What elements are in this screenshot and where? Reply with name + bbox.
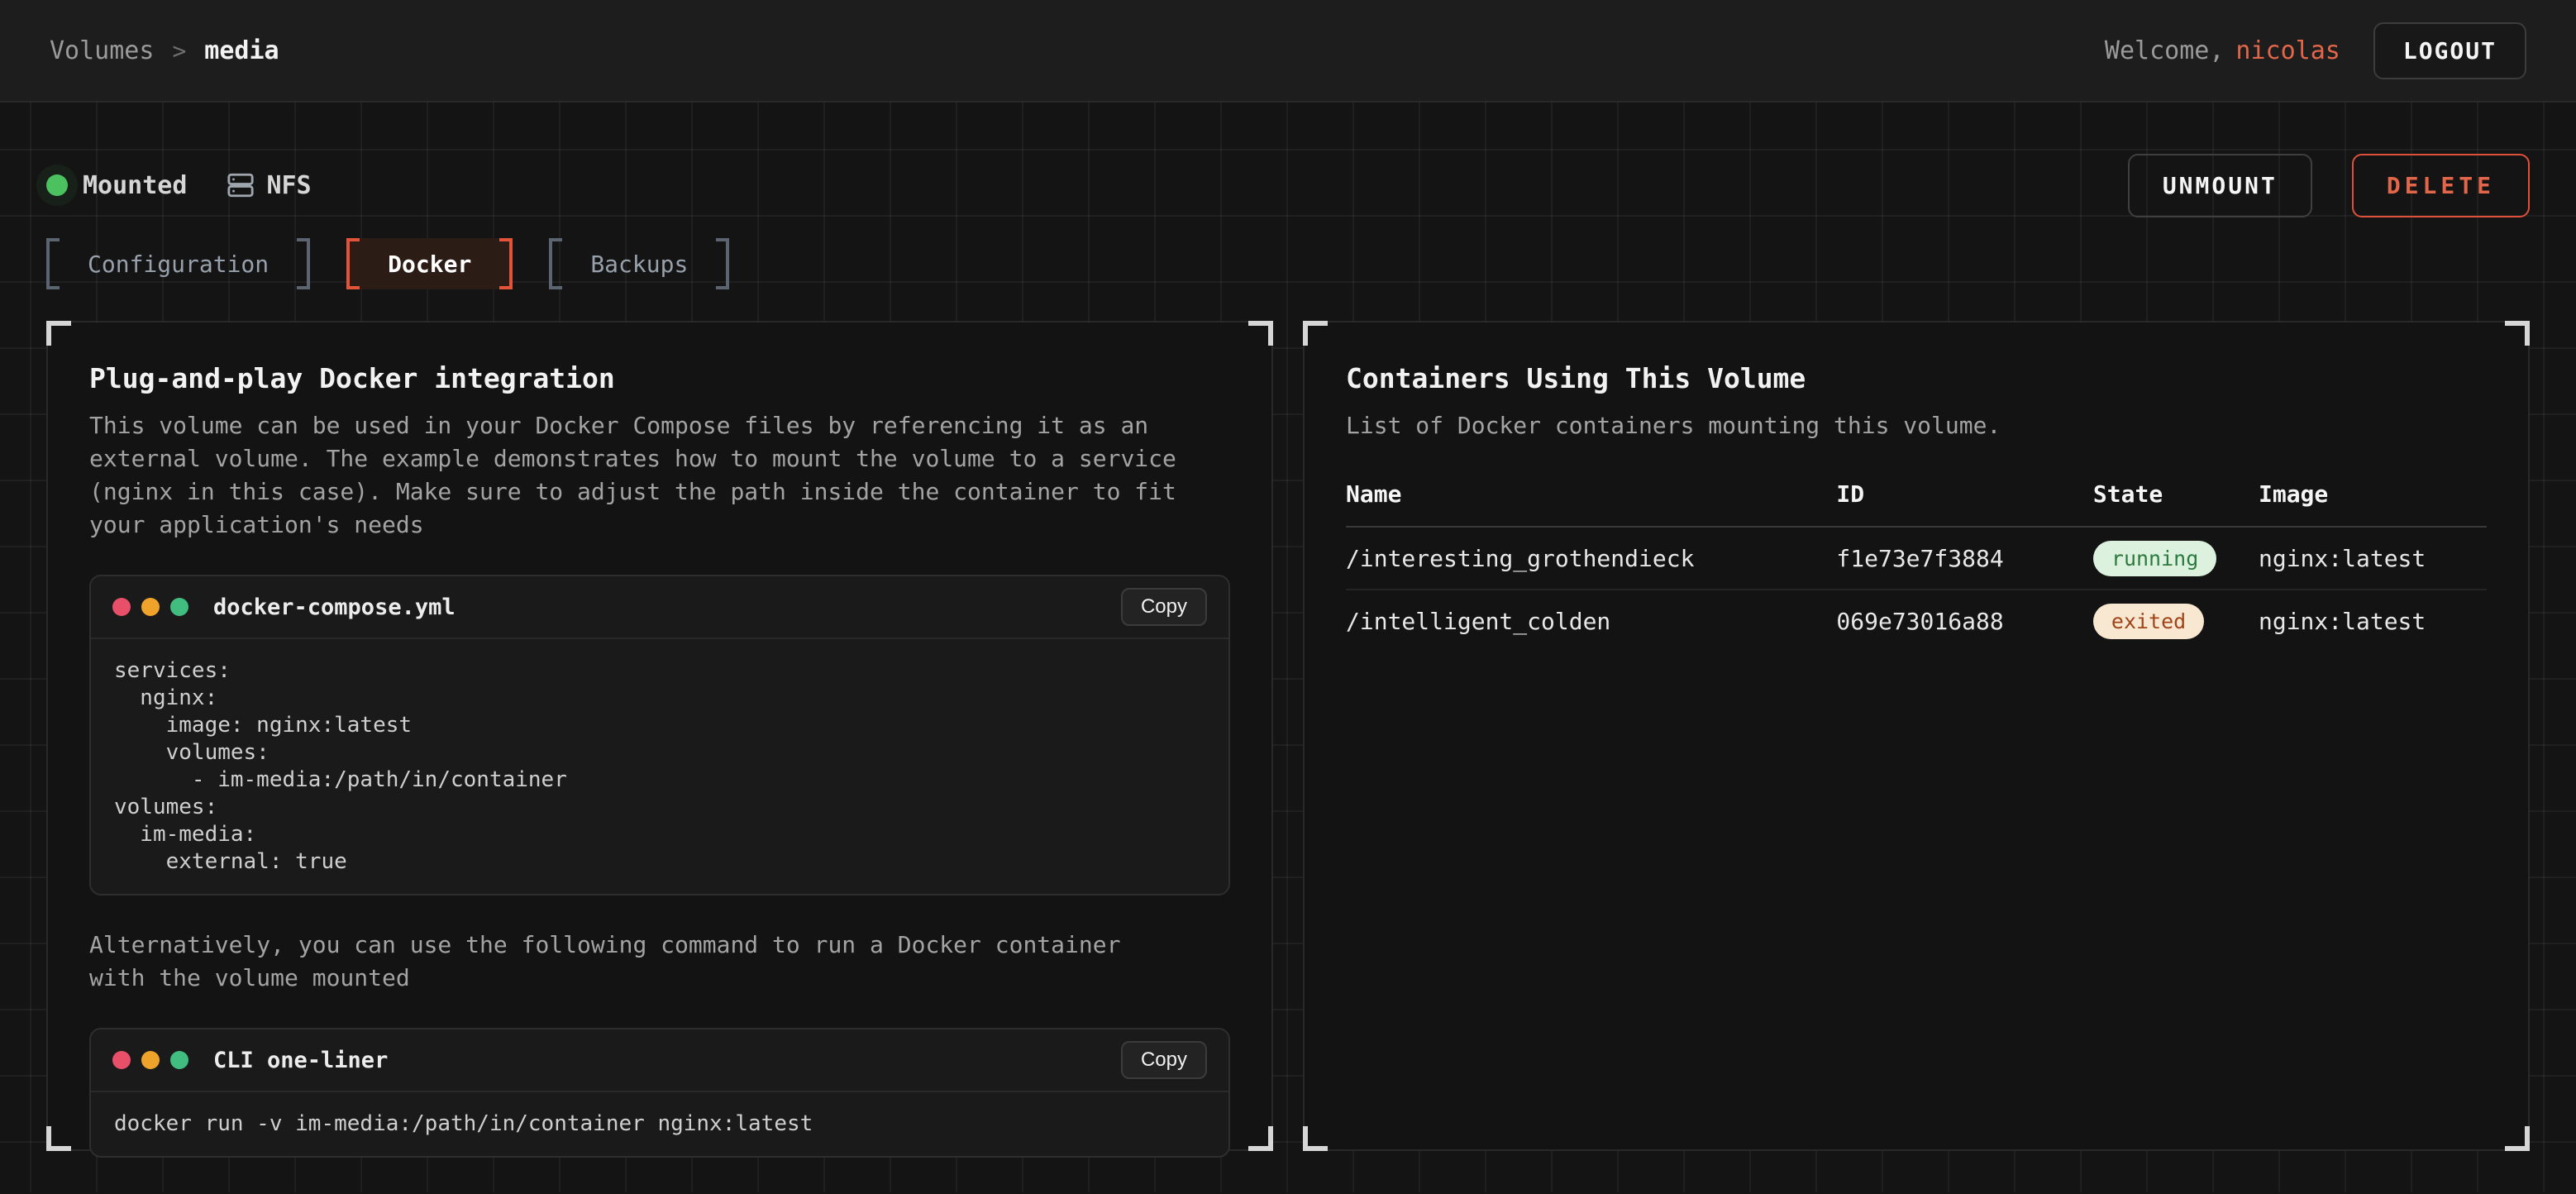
welcome-text: Welcome, nicolas — [2105, 36, 2340, 65]
tab-bracket-left — [346, 238, 360, 289]
server-icon — [227, 171, 255, 199]
compose-copy-button[interactable]: Copy — [1121, 588, 1207, 626]
column-header-id: ID — [1836, 480, 2093, 527]
mounted-status-label: Mounted — [83, 171, 187, 200]
column-header-state: State — [2093, 480, 2259, 527]
delete-button[interactable]: DELETE — [2352, 154, 2530, 217]
docker-panel-title: Plug-and-play Docker integration — [89, 362, 1230, 394]
tab-docker[interactable]: Docker — [346, 238, 513, 289]
table-row: /intelligent_colden 069e73016a88 exited … — [1346, 590, 2487, 652]
tab-bracket-right — [716, 238, 729, 289]
traffic-lights-icon — [112, 1051, 188, 1069]
tab-bracket-left — [549, 238, 562, 289]
compose-code-header: docker-compose.yml Copy — [91, 576, 1228, 639]
compose-code-body: services: nginx: image: nginx:latest vol… — [91, 639, 1228, 894]
code-line: volumes: — [114, 794, 1205, 821]
compose-filename: docker-compose.yml — [213, 595, 456, 620]
traffic-red-icon — [112, 1051, 131, 1069]
tab-bracket-right — [499, 238, 513, 289]
breadcrumb-volumes-link[interactable]: Volumes — [50, 36, 154, 65]
cli-command: docker run -v im-media:/path/in/containe… — [114, 1110, 1205, 1138]
panel-corner-icon — [2505, 1126, 2530, 1151]
column-header-image: Image — [2259, 480, 2487, 527]
traffic-yellow-icon — [141, 1051, 160, 1069]
tab-label: Configuration — [60, 238, 297, 289]
cli-code-block: CLI one-liner Copy docker run -v im-medi… — [89, 1028, 1230, 1158]
username: nicolas — [2235, 36, 2340, 65]
docker-panel-description: This volume can be used in your Docker C… — [89, 409, 1189, 542]
breadcrumb: Volumes > media — [50, 36, 279, 65]
code-line: volumes: — [114, 739, 1205, 767]
tab-bracket-left — [46, 238, 60, 289]
status-badge: running — [2093, 541, 2216, 576]
tab-label: Backups — [562, 238, 716, 289]
cli-code-body: docker run -v im-media:/path/in/containe… — [91, 1092, 1228, 1156]
panel-corner-icon — [46, 321, 71, 346]
tab-backups[interactable]: Backups — [549, 238, 729, 289]
cli-copy-button[interactable]: Copy — [1121, 1041, 1207, 1079]
panel-corner-icon — [1303, 321, 1328, 346]
panel-corner-icon — [1303, 1126, 1328, 1151]
traffic-green-icon — [170, 598, 188, 616]
panel-corner-icon — [2505, 321, 2530, 346]
code-line: nginx: — [114, 685, 1205, 712]
table-header-row: Name ID State Image — [1346, 480, 2487, 527]
logout-button[interactable]: LOGOUT — [2373, 22, 2526, 79]
cli-code-header: CLI one-liner Copy — [91, 1029, 1228, 1092]
containers-table: Name ID State Image /interesting_grothen… — [1346, 480, 2487, 652]
containers-panel: Containers Using This Volume List of Doc… — [1303, 321, 2530, 1151]
unmount-button[interactable]: UNMOUNT — [2128, 154, 2312, 217]
panel-corner-icon — [46, 1126, 71, 1151]
containers-panel-title: Containers Using This Volume — [1346, 362, 2487, 394]
welcome-prefix: Welcome, — [2105, 36, 2225, 65]
traffic-lights-icon — [112, 598, 188, 616]
code-line: image: nginx:latest — [114, 712, 1205, 739]
traffic-yellow-icon — [141, 598, 160, 616]
compose-code-block: docker-compose.yml Copy services: nginx:… — [89, 575, 1230, 896]
container-id: f1e73e7f3884 — [1836, 527, 2093, 590]
table-row: /interesting_grothendieck f1e73e7f3884 r… — [1346, 527, 2487, 590]
tab-configuration[interactable]: Configuration — [46, 238, 310, 289]
container-name: /interesting_grothendieck — [1346, 527, 1836, 590]
cli-block-title: CLI one-liner — [213, 1048, 388, 1073]
code-line: - im-media:/path/in/container — [114, 767, 1205, 794]
container-image: nginx:latest — [2259, 527, 2487, 590]
container-image: nginx:latest — [2259, 590, 2487, 652]
panel-corner-icon — [1248, 321, 1273, 346]
panel-corner-icon — [1248, 1126, 1273, 1151]
containers-panel-description: List of Docker containers mounting this … — [1346, 409, 2445, 442]
driver-label: NFS — [266, 171, 311, 200]
code-line: im-media: — [114, 821, 1205, 848]
top-bar: Volumes > media Welcome, nicolas LOGOUT — [0, 0, 2576, 103]
tab-label: Docker — [360, 238, 499, 289]
container-name: /intelligent_colden — [1346, 590, 1836, 652]
main-content: Mounted NFS UNMOUNT DELETE Configuration… — [0, 103, 2576, 1192]
cli-intro-text: Alternatively, you can use the following… — [89, 929, 1189, 995]
breadcrumb-separator: > — [172, 37, 186, 64]
traffic-green-icon — [170, 1051, 188, 1069]
mounted-status-dot-icon — [46, 174, 68, 196]
volume-status-row: Mounted NFS UNMOUNT DELETE — [46, 103, 2530, 215]
container-id: 069e73016a88 — [1836, 590, 2093, 652]
code-line: services: — [114, 657, 1205, 685]
tabs: Configuration Docker Backups — [46, 238, 2530, 289]
breadcrumb-current-volume: media — [204, 36, 279, 65]
column-header-name: Name — [1346, 480, 1836, 527]
tab-bracket-right — [297, 238, 310, 289]
traffic-red-icon — [112, 598, 131, 616]
status-badge: exited — [2093, 604, 2204, 639]
code-line: external: true — [114, 848, 1205, 876]
docker-integration-panel: Plug-and-play Docker integration This vo… — [46, 321, 1273, 1151]
